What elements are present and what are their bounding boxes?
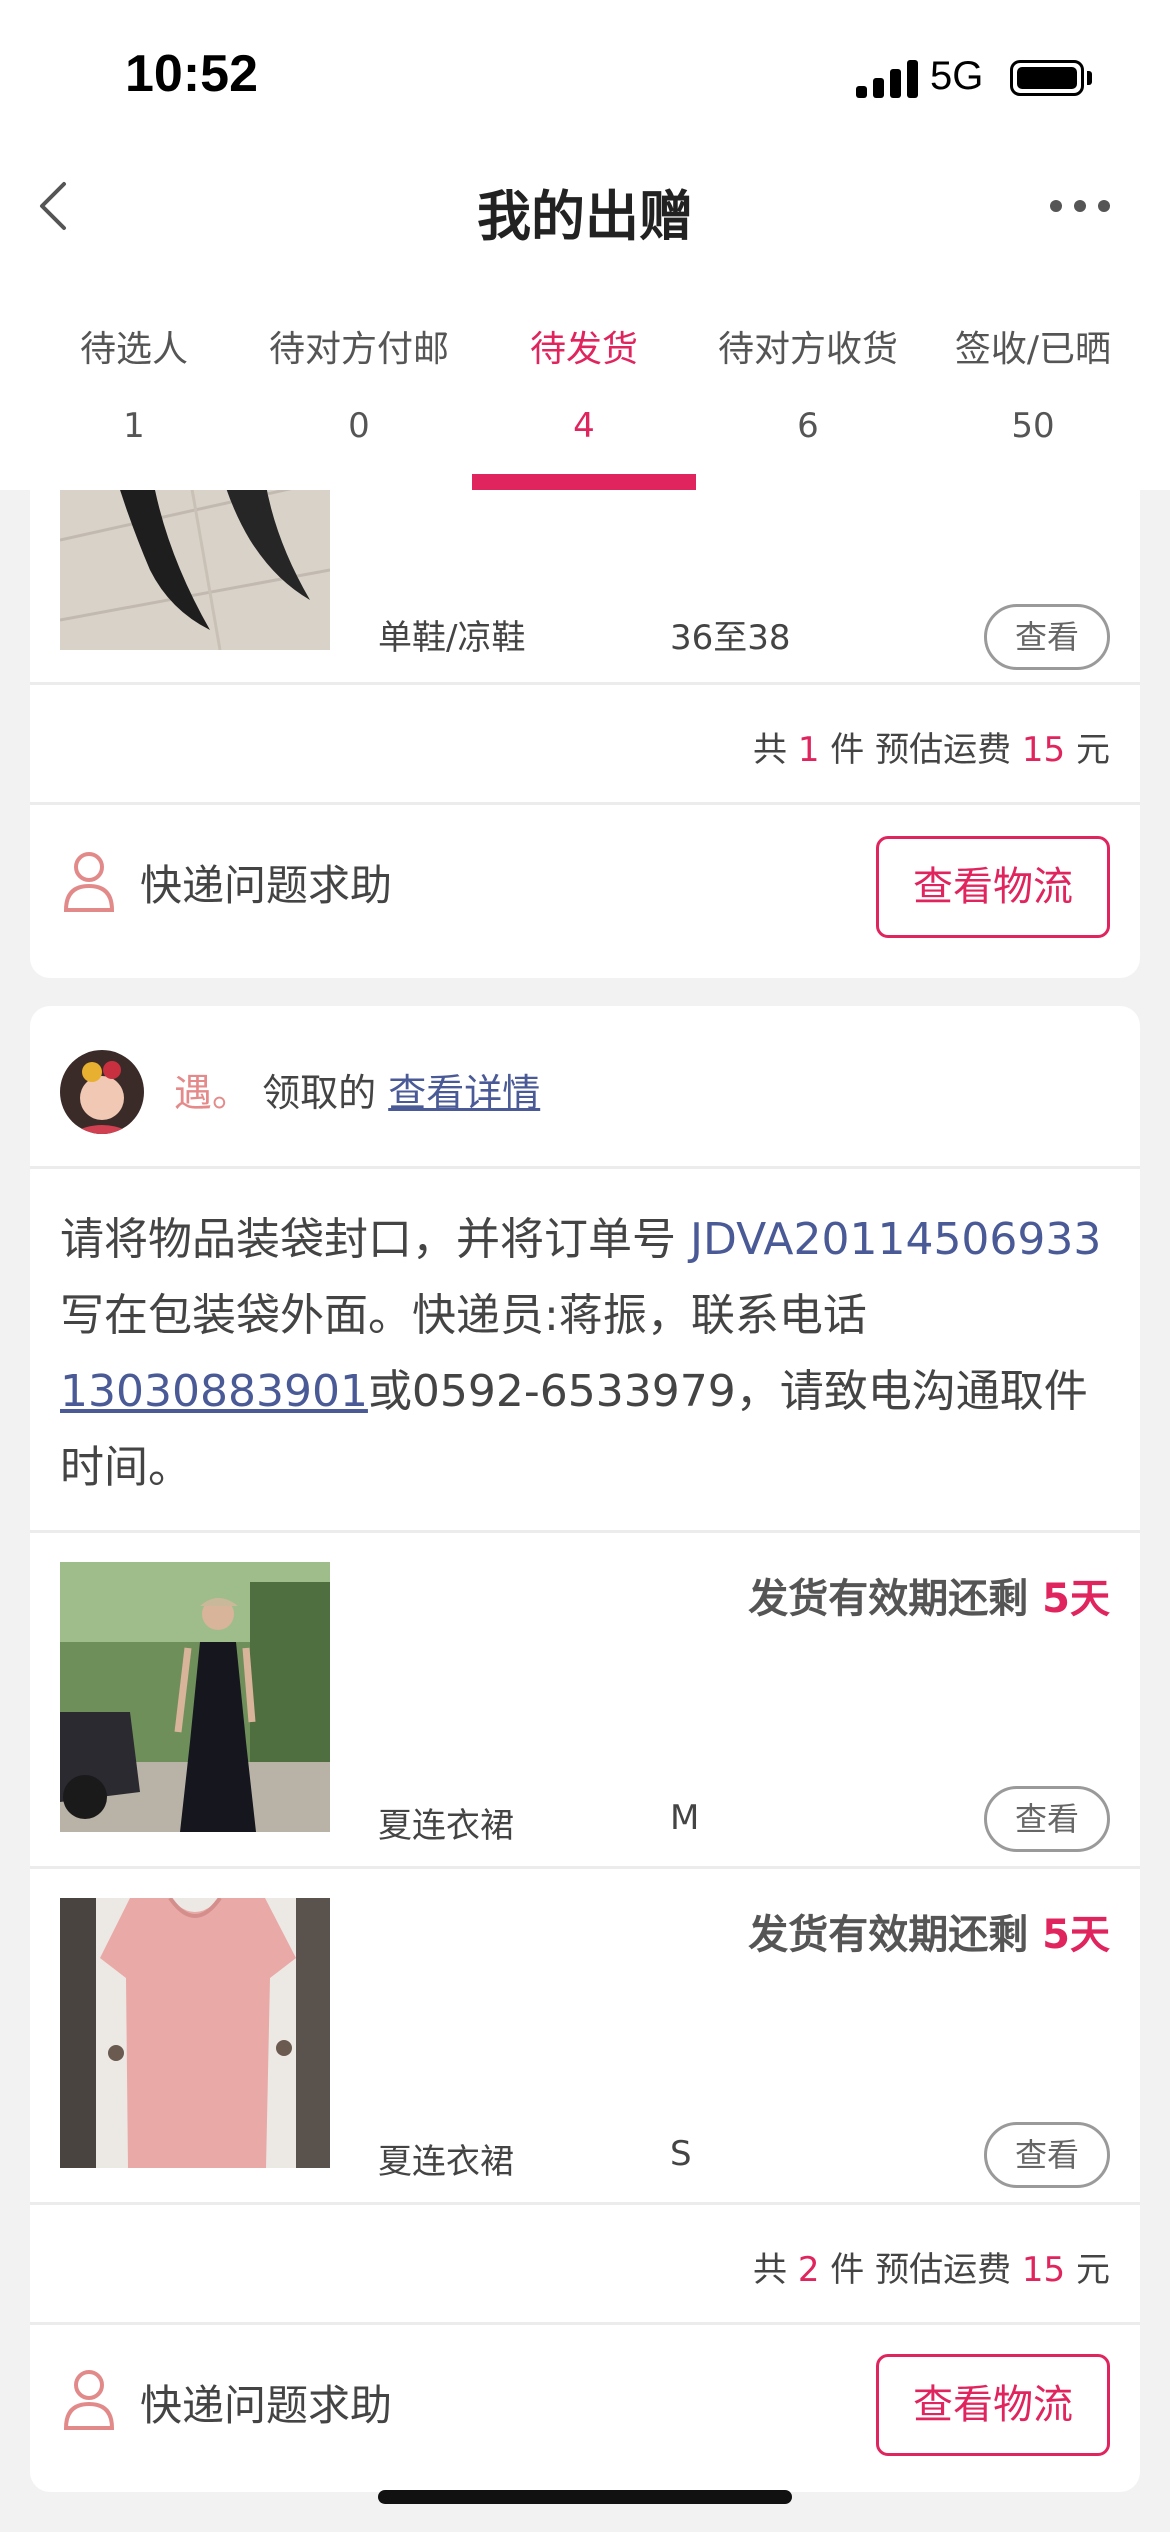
view-logistics-button[interactable]: 查看物流 bbox=[876, 2354, 1110, 2456]
tab-pending-shipment[interactable]: 待发货 4 bbox=[472, 320, 696, 446]
item-size: M bbox=[670, 1798, 700, 1838]
order-summary: 共 1 件 预估运费 15 元 bbox=[753, 730, 1110, 770]
dress-pink-thumbnail[interactable] bbox=[60, 1898, 330, 2168]
divider bbox=[30, 682, 1140, 685]
tab-pending-postage[interactable]: 待对方付邮 0 bbox=[247, 320, 471, 446]
receiver-line: 遇。 领取的 查看详情 bbox=[174, 1071, 541, 1115]
delivery-help-link[interactable]: 快递问题求助 bbox=[140, 852, 392, 913]
receiver-avatar[interactable] bbox=[60, 1050, 144, 1134]
top-bar: 10:52 5G 我的出赠 待选人 1 待对方付邮 0 待发货 4 待对方收货 … bbox=[0, 0, 1170, 490]
item-name: 夏连衣裙 bbox=[378, 1806, 514, 1846]
network-type: 5G bbox=[930, 54, 984, 98]
battery-icon bbox=[1010, 60, 1084, 96]
divider bbox=[30, 2322, 1140, 2325]
view-item-button[interactable]: 查看 bbox=[984, 2122, 1110, 2188]
receiver-nickname: 遇。 bbox=[174, 1071, 251, 1115]
tab-count: 0 bbox=[348, 406, 370, 446]
shipping-deadline: 发货有效期还剩 5天 bbox=[748, 1912, 1110, 1958]
divider bbox=[30, 802, 1140, 805]
tab-label: 待对方付邮 bbox=[268, 329, 449, 370]
more-dots-icon[interactable] bbox=[1050, 200, 1110, 214]
tab-received-shared[interactable]: 签收/已晒 50 bbox=[921, 320, 1145, 446]
tab-label: 待对方收货 bbox=[717, 329, 898, 370]
tab-count: 50 bbox=[1011, 406, 1055, 446]
view-details-link[interactable]: 查看详情 bbox=[388, 1071, 540, 1115]
home-indicator[interactable] bbox=[378, 2490, 792, 2504]
battery-tip bbox=[1087, 71, 1092, 85]
shipping-deadline: 发货有效期还剩 5天 bbox=[748, 1576, 1110, 1622]
order-number: JDVA20114506933 bbox=[690, 1214, 1102, 1265]
item-size: 36至38 bbox=[670, 618, 791, 658]
divider bbox=[30, 1866, 1140, 1869]
person-icon[interactable] bbox=[62, 850, 116, 912]
tab-label: 签收/已晒 bbox=[954, 329, 1112, 370]
item-name: 单鞋/凉鞋 bbox=[378, 618, 526, 658]
divider bbox=[30, 1166, 1140, 1169]
view-item-button[interactable]: 查看 bbox=[984, 604, 1110, 670]
shipping-instruction: 请将物品装袋封口，并将订单号 JDVA20114506933 写在包装袋外面。快… bbox=[60, 1214, 1102, 1493]
tab-count: 1 bbox=[123, 406, 145, 446]
tab-count: 4 bbox=[573, 406, 595, 446]
page-title: 我的出赠 bbox=[477, 185, 693, 248]
person-icon[interactable] bbox=[62, 2368, 116, 2430]
divider bbox=[30, 2202, 1140, 2205]
tab-label: 待发货 bbox=[529, 329, 638, 370]
dress-black-thumbnail[interactable] bbox=[60, 1562, 330, 1832]
status-time: 10:52 bbox=[125, 45, 258, 103]
divider bbox=[30, 1530, 1140, 1533]
signal-icon bbox=[856, 60, 918, 98]
gift-order-card: 遇。 领取的 查看详情 请将物品装袋封口，并将订单号 JDVA201145069… bbox=[30, 1006, 1140, 2492]
view-item-button[interactable]: 查看 bbox=[984, 1786, 1110, 1852]
gift-order-card: 单鞋/凉鞋 36至38 查看 共 1 件 预估运费 15 元 快递问题求助 查看… bbox=[30, 420, 1140, 978]
tab-count: 6 bbox=[797, 406, 819, 446]
view-logistics-button[interactable]: 查看物流 bbox=[876, 836, 1110, 938]
tab-label: 待选人 bbox=[79, 329, 188, 370]
tab-pending-receipt[interactable]: 待对方收货 6 bbox=[696, 320, 920, 446]
tab-pending-recipient[interactable]: 待选人 1 bbox=[22, 320, 246, 446]
item-name: 夏连衣裙 bbox=[378, 2142, 514, 2182]
courier-phone-link[interactable]: 13030883901 bbox=[60, 1366, 368, 1417]
delivery-help-link[interactable]: 快递问题求助 bbox=[140, 2372, 392, 2433]
order-summary: 共 2 件 预估运费 15 元 bbox=[753, 2250, 1110, 2290]
item-size: S bbox=[670, 2134, 692, 2174]
active-tab-indicator bbox=[472, 474, 696, 490]
